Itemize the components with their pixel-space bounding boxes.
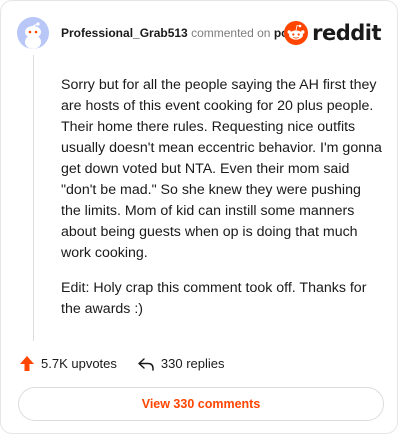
username-link[interactable]: Professional_Grab513 [61, 26, 188, 40]
comment-card: Professional_Grab513 commented on post r… [0, 0, 398, 434]
replies-count: 330 replies [160, 356, 225, 371]
upvote-arrow-icon [20, 356, 34, 371]
comment-actions: 5.7K upvotes 330 replies [19, 355, 245, 372]
comment-paragraph: Edit: Holy crap this comment took off. T… [61, 280, 367, 317]
user-avatar[interactable] [17, 17, 49, 49]
reddit-snoo-icon [284, 21, 309, 45]
view-comments-button[interactable]: View 330 comments [18, 387, 384, 421]
upvote-button[interactable]: 5.7K upvotes [19, 355, 117, 372]
snoo-avatar-icon [17, 17, 49, 49]
thread-line [33, 55, 34, 341]
reddit-wordmark: reddit [312, 21, 381, 45]
commented-on-label: commented on [191, 26, 271, 40]
reddit-logo[interactable]: reddit [284, 21, 381, 45]
upvote-count: 5.7K upvotes [41, 356, 117, 371]
comment-body: Sorry but for all the people saying the … [61, 75, 383, 334]
comment-paragraph: Sorry but for all the people saying the … [61, 77, 382, 261]
comment-header: Professional_Grab513 commented on post [61, 25, 299, 41]
reply-arrow-icon [138, 357, 154, 371]
replies-button[interactable]: 330 replies [137, 356, 225, 371]
